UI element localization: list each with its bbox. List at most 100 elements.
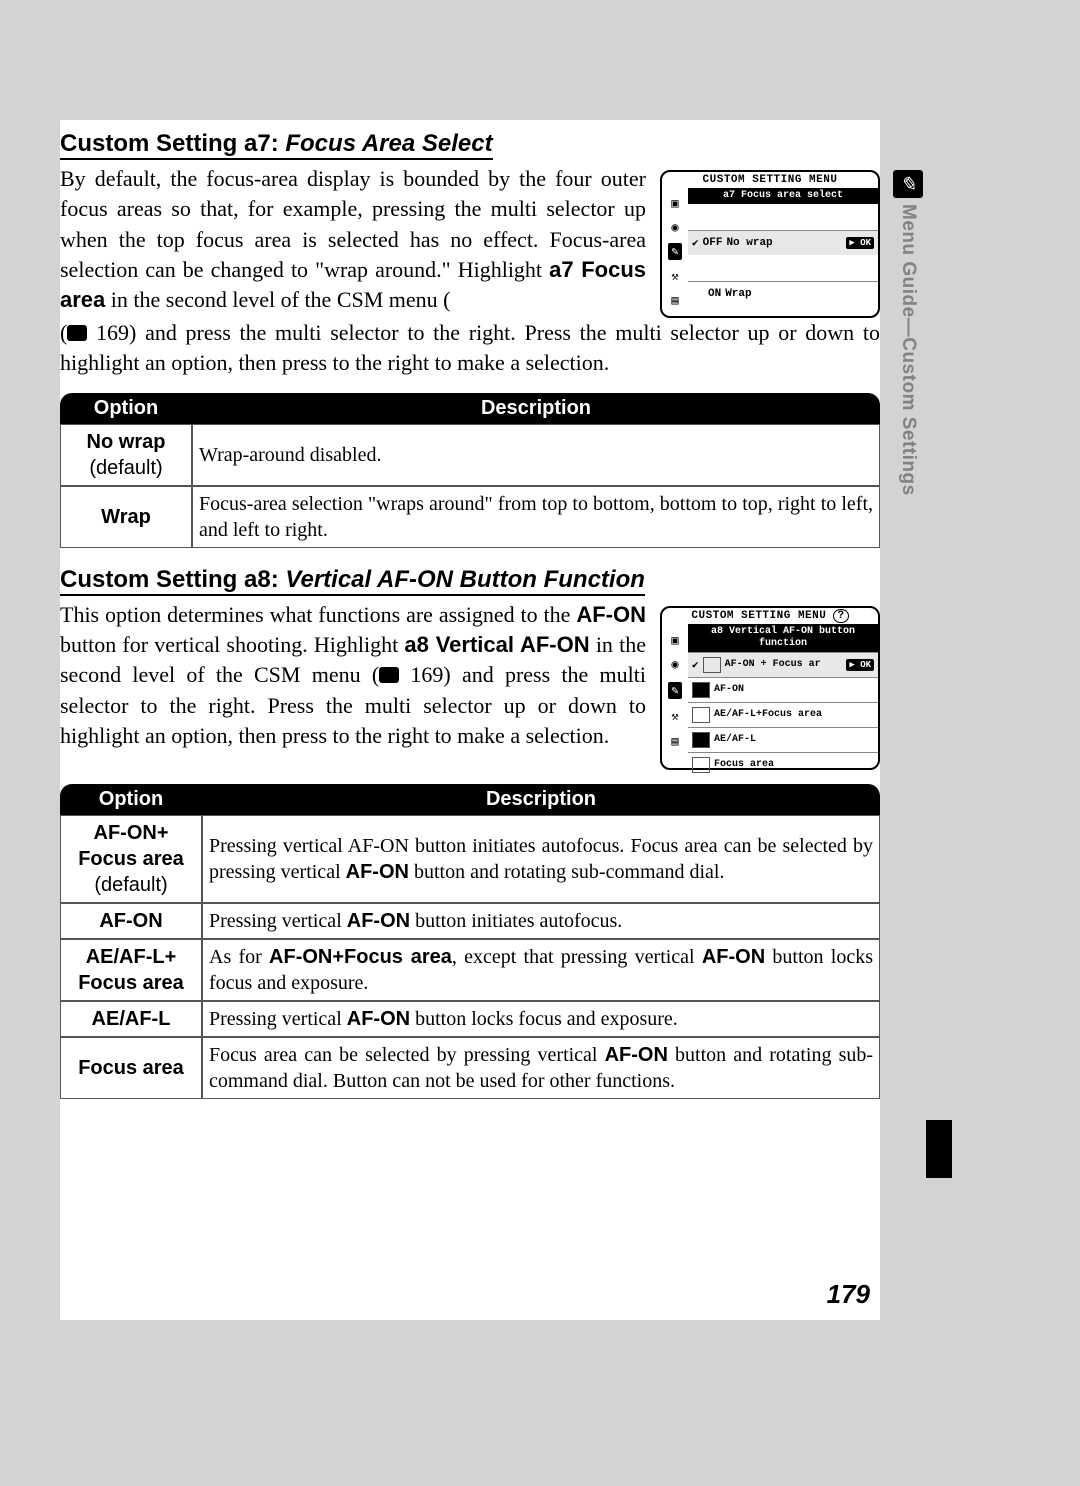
a8-heading: Custom Setting a8: Vertical AF-ON Button… [60, 566, 645, 596]
a8-heading-prefix: Custom Setting a8: [60, 566, 285, 593]
a8-r1-d2: button and rotating sub-command dial. [409, 861, 725, 883]
a8-para1: This option determines what functions ar… [60, 602, 576, 627]
a8-th-option: Option [60, 784, 202, 815]
table-row: AE/AF-L Pressing vertical AF-ON button l… [60, 1001, 880, 1037]
a8-para2: button for vertical shooting. Highlight [60, 632, 404, 657]
a7-th-desc: Description [192, 393, 880, 424]
table-row: No wrap(default) Wrap-around disabled. [60, 424, 880, 486]
a8-r4-d1: Pressing vertical [209, 1008, 347, 1030]
play-icon: ▣ [671, 196, 678, 211]
a7-lcd-opt1a: OFF [703, 237, 723, 249]
wrench-icon: ⚒ [671, 269, 678, 284]
a7-lcd-opt2b: Wrap [725, 288, 751, 300]
check-icon: ✔ [692, 658, 699, 672]
a8-lcd-opt3: AE/AF-L+Focus area [688, 702, 878, 727]
a8-lcd-opt1: ✔ AF-ON + Focus ar ▶ OK [688, 652, 878, 677]
table-row: Wrap Focus-area selection "wraps around"… [60, 486, 880, 548]
a8-r2-db: AF-ON [347, 910, 410, 932]
a8-r3-d2: , except that pressing vertical [452, 946, 702, 968]
table-row: AF-ON Pressing vertical AF-ON button ini… [60, 903, 880, 939]
a8-body-col: This option determines what functions ar… [60, 600, 646, 752]
a8-lcd-opt4: AE/AF-L [688, 727, 878, 752]
a8-r1-db: AF-ON [346, 861, 409, 883]
a8-lcd-opt2: AF-ON [688, 677, 878, 702]
a8-r2-d1: Pressing vertical [209, 910, 347, 932]
a7-lcd-opt2: ON Wrap [688, 281, 878, 306]
a7-lcd-title: CUSTOM SETTING MENU [662, 172, 878, 188]
a7-options-table: Option Description No wrap (default) Wrap… [60, 393, 880, 548]
a8-r4-d2: button locks focus and exposure. [410, 1008, 678, 1030]
check-icon: ✔ [692, 236, 699, 250]
side-tab-text: Menu Guide—Custom Settings [897, 204, 919, 496]
camera-icon: ◉ [671, 220, 678, 235]
a7-lcd-screenshot: CUSTOM SETTING MENU ▣ ◉ ✎ ⚒ ▤ a7 Focus a… [660, 170, 880, 318]
aeafl-focus-icon [692, 707, 710, 723]
a8-r3-opt2: Focus area [78, 972, 184, 994]
a8-r5-opt: Focus area [78, 1057, 184, 1079]
a8-lcd-opt1-text: AF-ON + Focus ar [725, 659, 821, 670]
section-a8: Custom Setting a8: Vertical AF-ON Button… [60, 566, 880, 1099]
card-icon: ▤ [671, 734, 678, 749]
a7-lcd-sub: a7 Focus area select [688, 188, 878, 204]
a8-lcd-screenshot: CUSTOM SETTING MENU ? ▣ ◉ ✎ ⚒ ▤ a8 Verti… [660, 606, 880, 770]
a7-para2: in the second level of the CSM menu ( [105, 287, 450, 312]
aeafl-icon [692, 732, 710, 748]
page-number: 179 [827, 1279, 870, 1310]
pencil-icon: ✎ [668, 243, 681, 260]
a8-lcd-title: CUSTOM SETTING MENU ? [662, 608, 878, 624]
a8-r1-sub: (default) [94, 874, 167, 896]
table-row: AE/AF-L+ Focus area As for AF-ON+Focus a… [60, 939, 880, 1001]
a8-r2-opt: AF-ON [99, 910, 162, 932]
wrench-icon: ⚒ [671, 709, 678, 724]
pencil-icon: ✎ [668, 682, 681, 699]
a8-th-desc: Description [202, 784, 880, 815]
pencil-tab-icon: ✎ [893, 170, 923, 198]
a8-r3-db1: AF-ON+Focus area [269, 946, 452, 968]
camera-icon: ◉ [671, 657, 678, 672]
a8-r1-opt1: AF-ON+ [94, 822, 169, 844]
a8-bold1: AF-ON [576, 602, 646, 627]
lcd-side-icons: ▣ ◉ ✎ ⚒ ▤ [662, 624, 688, 758]
page-ref-icon [67, 325, 87, 341]
a7-heading-title: Focus Area Select [285, 130, 492, 157]
a8-r4-opt: AE/AF-L [92, 1008, 171, 1030]
afon-focus-icon [703, 657, 721, 673]
focusarea-icon [692, 757, 710, 773]
a7-lcd-opt1: ✔ OFF No wrap ▶ OK [688, 230, 878, 255]
a7-r2-desc: Focus-area selection "wraps around" from… [192, 486, 880, 548]
a8-lcd-sub: a8 Vertical AF-ON button function [688, 624, 878, 652]
a7-body-rest: ( 169) and press the multi selector to t… [60, 318, 880, 379]
a7-r1-opt: No wrap [87, 431, 166, 453]
a8-r5-db: AF-ON [605, 1044, 668, 1066]
a7-th-option: Option [60, 393, 192, 424]
a7-r2-opt: Wrap [101, 506, 151, 528]
a8-lcd-ok: ▶ OK [846, 659, 874, 671]
a7-lcd-opt1b: No wrap [726, 237, 772, 249]
a8-r2-d2: button initiates autofocus. [410, 910, 622, 932]
a7-heading-prefix: Custom Setting a7: [60, 130, 285, 157]
side-tab: ✎ Menu Guide—Custom Settings [891, 170, 925, 496]
page-ref-icon [379, 667, 399, 683]
a7-heading: Custom Setting a7: Focus Area Select [60, 130, 493, 160]
a7-lcd-opt2a: ON [708, 288, 721, 300]
a7-lcd-ok: ▶ OK [846, 237, 874, 249]
thumb-tab [926, 1120, 952, 1178]
a8-r3-d1: As for [209, 946, 269, 968]
section-a7: Custom Setting a7: Focus Area Select By … [60, 130, 880, 548]
a8-options-table: Option Description AF-ON+ Focus area (de… [60, 784, 880, 1099]
table-row: Focus area Focus area can be selected by… [60, 1037, 880, 1099]
a8-r3-opt1: AE/AF-L+ [86, 946, 177, 968]
afon-icon [692, 682, 710, 698]
a7-ref: 169) and press the multi selector to the… [60, 320, 880, 375]
table-row: AF-ON+ Focus area (default) Pressing ver… [60, 815, 880, 903]
a7-r1-sub: (default) [89, 457, 162, 479]
a8-r4-db: AF-ON [347, 1008, 410, 1030]
manual-page: Custom Setting a7: Focus Area Select By … [60, 120, 880, 1320]
card-icon: ▤ [671, 293, 678, 308]
a8-heading-title: Vertical AF-ON Button Function [285, 566, 645, 593]
lcd-side-icons: ▣ ◉ ✎ ⚒ ▤ [662, 188, 688, 316]
a8-lcd-opt5: Focus area [688, 752, 878, 777]
help-icon: ? [833, 609, 848, 623]
a8-bold2: a8 Vertical AF-ON [404, 632, 589, 657]
a8-r5-d1: Focus area can be selected by pressing v… [209, 1044, 605, 1066]
